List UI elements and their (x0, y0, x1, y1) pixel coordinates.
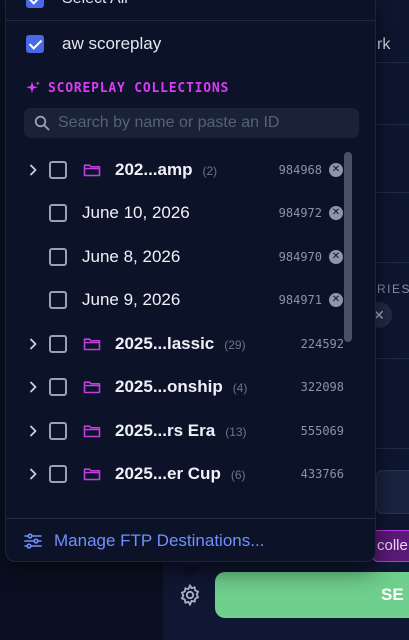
sliders-icon (24, 533, 42, 549)
collection-folder-row[interactable]: 2025...rs Era (13) 555069 (6, 409, 346, 453)
search-icon (34, 115, 50, 131)
dropdown-pointer (176, 566, 204, 576)
background-divider (376, 262, 409, 263)
folder-icon (83, 164, 101, 177)
collection-name-text: 202...amp (115, 159, 193, 179)
collection-folder-row[interactable]: 202...amp (2) 984968 ✕ (6, 148, 346, 192)
folder-icon (83, 338, 101, 351)
background-divider (376, 448, 409, 449)
search-input[interactable] (58, 114, 348, 132)
account-checkbox[interactable] (26, 35, 44, 53)
chevron-right-icon[interactable] (26, 380, 40, 394)
collection-count: (4) (232, 381, 248, 396)
collection-count: (13) (225, 424, 247, 439)
collection-id: 322098 (300, 380, 344, 395)
close-circle-icon[interactable]: ✕ (329, 162, 343, 177)
background-divider (376, 62, 409, 63)
collection-checkbox[interactable] (49, 421, 67, 440)
manage-ftp-label: Manage FTP Destinations... (54, 531, 265, 550)
collection-name-text: June 8, 2026 (82, 246, 181, 266)
collection-count: (29) (224, 337, 246, 352)
collection-list: 202...amp (2) 984968 ✕ June 10, 2026 984972 ✕ J… (6, 148, 346, 496)
background-text: rk (377, 36, 391, 53)
folder-icon (83, 425, 101, 438)
background-divider (376, 124, 409, 125)
collection-name: 2025...onship (4) (115, 377, 247, 397)
background-section-label: RIES (377, 282, 409, 296)
chevron-right-icon[interactable] (26, 467, 40, 481)
sparkle-icon (26, 81, 40, 94)
background-divider (376, 358, 409, 359)
collection-name-text: 2025...lassic (115, 333, 215, 353)
collection-id: 984968 (278, 162, 322, 177)
chevron-right-icon[interactable] (26, 424, 40, 438)
manage-ftp-link[interactable]: Manage FTP Destinations... (24, 531, 264, 551)
collection-id: 984971 (278, 293, 322, 308)
collection-name-text: 2025...rs Era (115, 420, 216, 440)
collection-item-row[interactable]: June 9, 2026 984971 ✕ (6, 279, 346, 323)
gear-icon[interactable] (178, 583, 202, 607)
section-header: SCOREPLAY COLLECTIONS (25, 80, 229, 96)
close-circle-icon[interactable]: ✕ (329, 249, 343, 264)
collection-name: 2025...er Cup (6) (115, 464, 246, 484)
divider (6, 20, 375, 21)
background-input[interactable] (376, 470, 409, 514)
collection-folder-row[interactable]: 2025...er Cup (6) 433766 (6, 453, 346, 497)
account-row[interactable]: aw scoreplay (26, 33, 161, 55)
background-divider (376, 192, 409, 193)
collection-checkbox[interactable] (49, 160, 67, 179)
collection-folder-row[interactable]: 2025...lassic (29) 224592 (6, 322, 346, 366)
collection-checkbox[interactable] (49, 204, 67, 223)
section-title: SCOREPLAY COLLECTIONS (48, 80, 230, 96)
collection-id: 224592 (300, 336, 344, 351)
collection-name: 202...amp (2) (115, 160, 217, 180)
divider (6, 518, 375, 519)
collection-id: 555069 (300, 423, 344, 438)
chevron-right-icon[interactable] (26, 337, 40, 351)
collection-checkbox[interactable] (49, 465, 67, 484)
collection-count: (2) (202, 163, 218, 178)
collection-name: June 8, 2026 (82, 247, 180, 267)
collection-id: 984970 (278, 249, 322, 264)
collection-count: (6) (230, 468, 246, 483)
select-all-label: Select All (62, 0, 128, 8)
collection-checkbox[interactable] (49, 291, 67, 310)
collection-id: 433766 (300, 467, 344, 482)
scrollbar-thumb[interactable] (344, 152, 352, 342)
collection-name-text: 2025...onship (115, 377, 223, 397)
ftp-destination-dropdown: Select All aw scoreplay SCOREPLAY COLLEC… (5, 0, 376, 562)
collection-id: 984972 (278, 206, 322, 221)
folder-icon (83, 381, 101, 394)
collection-folder-row[interactable]: 2025...onship (4) 322098 (6, 366, 346, 410)
send-button[interactable]: SE (215, 572, 409, 618)
collection-name-text: 2025...er Cup (115, 464, 221, 484)
collection-name: June 10, 2026 (82, 203, 190, 223)
select-all-checkbox[interactable] (26, 0, 44, 8)
close-circle-icon[interactable]: ✕ (329, 293, 343, 308)
select-all-row[interactable]: Select All (26, 0, 128, 10)
collection-name: 2025...rs Era (13) (115, 421, 247, 441)
collection-name: June 9, 2026 (82, 290, 180, 310)
background-collection-button[interactable]: colle (372, 530, 409, 562)
chevron-right-icon[interactable] (26, 163, 40, 177)
collection-item-row[interactable]: June 8, 2026 984970 ✕ (6, 235, 346, 279)
collection-name-text: June 10, 2026 (82, 203, 190, 223)
search-box[interactable] (24, 108, 359, 138)
collection-checkbox[interactable] (49, 378, 67, 397)
close-circle-icon[interactable]: ✕ (329, 206, 343, 221)
collection-name-text: June 9, 2026 (82, 290, 181, 310)
collection-checkbox[interactable] (49, 334, 67, 353)
collection-item-row[interactable]: June 10, 2026 984972 ✕ (6, 192, 346, 236)
collection-name: 2025...lassic (29) (115, 334, 246, 354)
folder-icon (83, 468, 101, 481)
collection-checkbox[interactable] (49, 247, 67, 266)
background-left-strip (0, 560, 163, 640)
account-label: aw scoreplay (62, 34, 162, 53)
